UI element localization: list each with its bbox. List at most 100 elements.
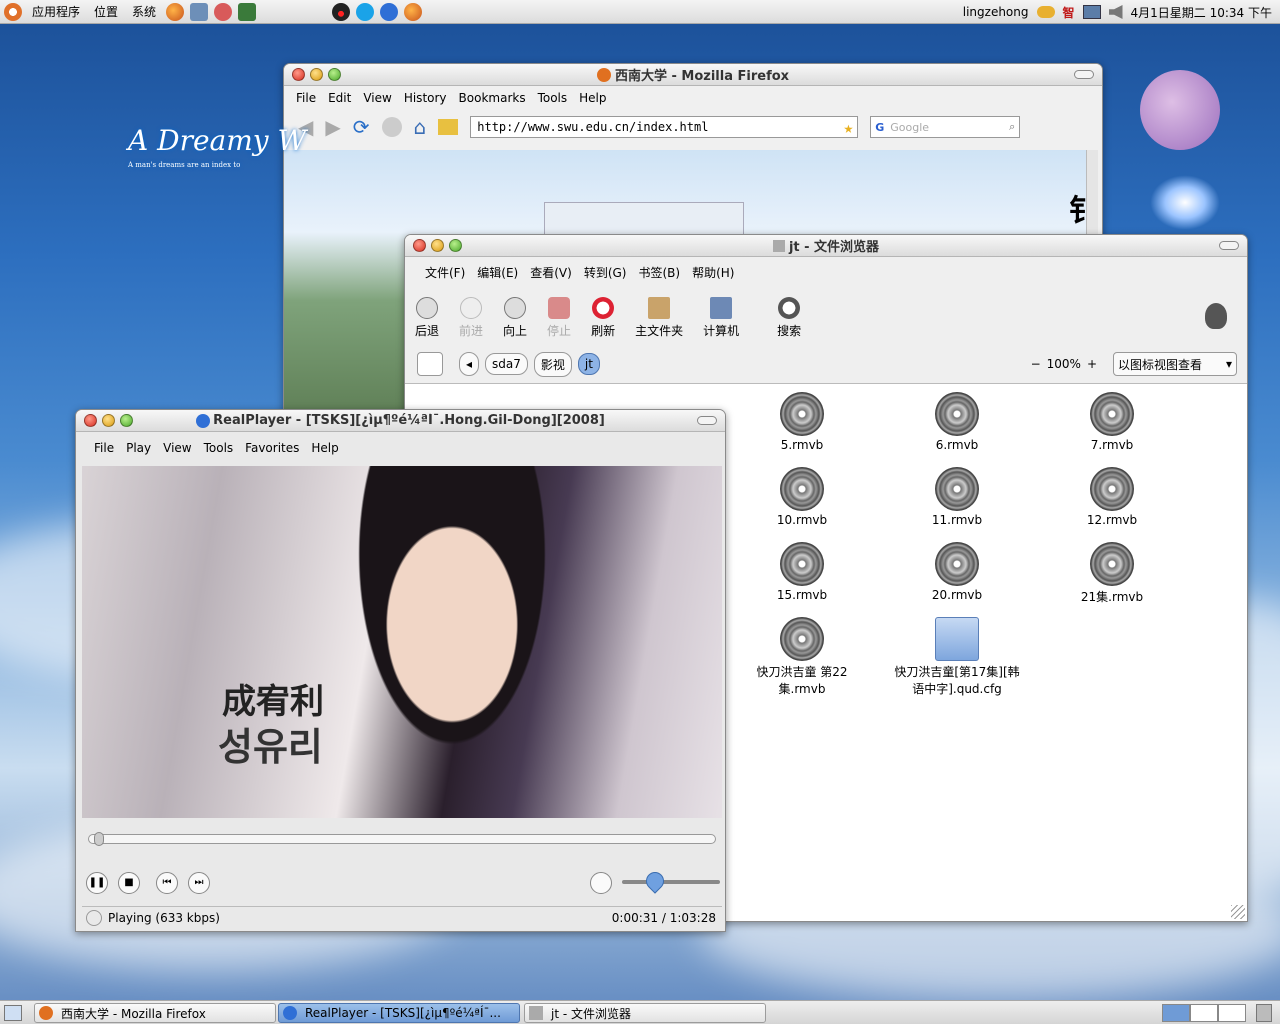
trash-icon[interactable] [1256,1004,1272,1022]
search-box[interactable]: G Google ⌕ [870,116,1021,138]
minimize-button[interactable] [310,68,323,81]
magnifier-icon[interactable]: ⌕ [1009,120,1015,134]
toolbar-forward-button[interactable]: 前进 [459,293,483,339]
volume-icon[interactable] [1108,5,1123,19]
ime-indicator[interactable]: 智 [1063,4,1075,21]
shade-button[interactable] [1219,241,1239,250]
toolbar-computer-button[interactable]: 计算机 [703,293,739,339]
toolbar-search-button[interactable]: 搜索 [777,293,801,339]
close-button[interactable] [292,68,305,81]
minimize-button[interactable] [431,239,444,252]
previous-button[interactable]: ⏮ [156,872,178,894]
workspace-3[interactable] [1218,1004,1246,1022]
firefox-launcher-icon[interactable] [166,2,185,21]
menu-view[interactable]: View [157,441,197,455]
firefox-titlebar[interactable]: 西南大学 - Mozilla Firefox [284,64,1102,86]
clock[interactable]: 4月1日星期二 10:34 下午 [1131,4,1272,21]
task-realplayer[interactable]: RealPlayer - [TSKS][¿ìµ¶ºé¼ªÍ¯... [278,1003,520,1023]
menu-help[interactable]: Help [573,91,612,105]
pause-button[interactable]: ❚❚ [86,872,108,894]
menu-help[interactable]: Help [305,441,344,455]
forward-icon[interactable]: ▶ [325,115,340,139]
network-launcher-icon[interactable] [190,2,209,21]
menu-view[interactable]: View [357,91,397,105]
close-button[interactable] [413,239,426,252]
toolbar-up-button[interactable]: 向上 [503,293,527,339]
menu-file[interactable]: File [88,441,120,455]
zoom-in-icon[interactable]: + [1087,357,1097,371]
task-file-browser[interactable]: jt - 文件浏览器 [524,1003,766,1023]
volume-slider[interactable] [622,868,720,894]
path-segment-sda7[interactable]: sda7 [485,353,528,375]
menu-go[interactable]: 转到(G) [578,264,633,281]
menu-favorites[interactable]: Favorites [239,441,305,455]
google-icon[interactable]: G [875,121,884,134]
toolbar-home-button[interactable]: 主文件夹 [635,293,683,339]
menu-bookmarks[interactable]: 书签(B) [632,264,686,281]
keys-icon[interactable] [1036,6,1055,18]
toolbar-back-button[interactable]: 后退 [415,293,439,339]
volume-icon[interactable] [590,872,612,894]
home-icon[interactable]: ⌂ [414,115,427,139]
file-item[interactable]: 10.rmvb [747,467,857,527]
edit-location-icon[interactable] [417,352,443,376]
reload-icon[interactable]: ⟳ [353,115,370,139]
file-item[interactable]: 12.rmvb [1057,467,1167,527]
file-item[interactable]: 11.rmvb [902,467,1012,527]
file-item[interactable]: 7.rmvb [1057,392,1167,452]
zoom-level[interactable]: 100% [1047,357,1081,371]
toolbar-refresh-button[interactable]: 刷新 [591,293,615,339]
menu-file[interactable]: 文件(F) [419,264,471,281]
menu-edit[interactable]: 编辑(E) [471,264,524,281]
monitor-launcher-icon[interactable] [238,2,257,21]
file-item[interactable]: 20.rmvb [902,542,1012,602]
file-item[interactable]: 5.rmvb [747,392,857,452]
volume-thumb[interactable] [641,868,668,894]
network-status-icon[interactable] [1082,5,1101,19]
file-item[interactable]: 15.rmvb [747,542,857,602]
workspace-1[interactable] [1162,1004,1190,1022]
stop-icon[interactable] [381,117,402,137]
file-item[interactable]: 21集.rmvb [1057,542,1167,605]
zoom-out-icon[interactable]: − [1031,357,1041,371]
menu-play[interactable]: Play [120,441,157,455]
user-name[interactable]: lingzehong [963,5,1029,19]
seek-thumb[interactable] [93,832,104,846]
minimize-button[interactable] [102,414,115,427]
menu-tools[interactable]: Tools [198,441,240,455]
menu-bookmarks[interactable]: Bookmarks [453,91,532,105]
next-button[interactable]: ⏭ [188,872,210,894]
path-segment-jt[interactable]: jt [577,353,600,375]
menu-system[interactable]: 系统 [125,3,163,20]
mail-launcher-icon[interactable] [214,2,233,21]
file-item[interactable]: 快刀洪吉童[第17集][韩语中字].qud.cfg [892,617,1022,697]
url-bar[interactable]: http://www.swu.edu.cn/index.html ★ [470,116,859,138]
menu-places[interactable]: 位置 [87,3,125,20]
close-button[interactable] [84,414,97,427]
qq-icon[interactable] [332,2,351,21]
file-item[interactable]: 快刀洪吉童 第22集.rmvb [742,617,862,697]
shade-button[interactable] [1074,70,1094,79]
path-segment-yingshi[interactable]: 影视 [533,351,572,377]
seek-bar[interactable] [88,832,716,846]
stop-button[interactable]: ■ [118,872,140,894]
shade-button[interactable] [697,416,717,425]
view-mode-select[interactable]: 以图标视图查看 ▾ [1113,352,1237,376]
menu-edit[interactable]: Edit [322,91,357,105]
skype-icon[interactable] [356,2,375,21]
toolbar-stop-button[interactable]: 停止 [547,293,571,339]
task-firefox[interactable]: 西南大学 - Mozilla Firefox [34,1003,276,1023]
file-browser-titlebar[interactable]: jt - 文件浏览器 [405,235,1247,257]
menu-file[interactable]: File [290,91,322,105]
show-desktop-icon[interactable] [4,1005,22,1021]
menu-help[interactable]: 帮助(H) [686,264,740,281]
workspace-2[interactable] [1190,1004,1218,1022]
menu-view[interactable]: 查看(V) [524,264,578,281]
path-left-arrow[interactable]: ◂ [459,352,479,376]
maximize-button[interactable] [328,68,341,81]
realplayer-titlebar[interactable]: RealPlayer - [TSKS][¿ìµ¶ºé¼ªÍ¯.Hong.Gil-… [76,410,725,432]
video-area[interactable]: 成宥利 성유리 [82,466,722,818]
bookmark-page-icon[interactable] [438,119,459,135]
maximize-button[interactable] [449,239,462,252]
menu-tools[interactable]: Tools [532,91,574,105]
